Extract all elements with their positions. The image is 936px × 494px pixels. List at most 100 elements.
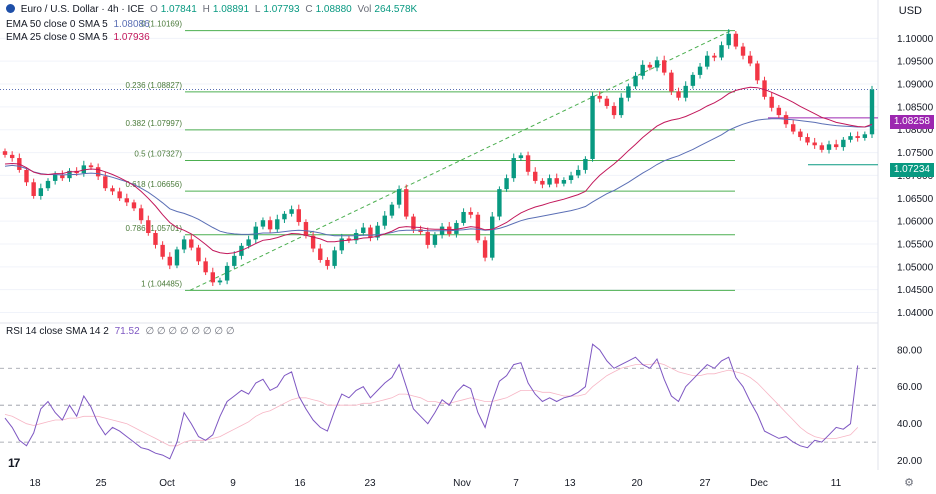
x-tick-label: 11 (831, 478, 842, 489)
candle-body (24, 169, 29, 183)
candle-body (511, 158, 516, 179)
candle-body (296, 209, 301, 223)
ema50-line (4, 118, 873, 237)
candle-body (626, 86, 631, 98)
fib-level-label: 1 (1.04485) (141, 279, 182, 288)
candle-body (733, 33, 739, 47)
y-tick-label: 1.06500 (897, 194, 934, 205)
candle-body (103, 176, 108, 189)
candle-body (368, 227, 373, 238)
candle-body (755, 63, 760, 81)
candle-body (325, 259, 330, 266)
x-tick-label: 18 (29, 478, 41, 489)
ohlc-open-key: O (149, 4, 158, 15)
candle-body (719, 45, 724, 58)
candle-body (454, 222, 459, 234)
y-tick-label: 1.08500 (897, 102, 934, 113)
candle-body (518, 155, 524, 159)
candle-body (826, 144, 832, 150)
candle-body (52, 174, 58, 181)
gear-icon[interactable]: ⚙ (904, 476, 914, 489)
candle-body (203, 261, 208, 273)
candle-body (153, 233, 158, 245)
x-tick-label: 25 (95, 478, 107, 489)
ema25-legend[interactable]: EMA 25 close 0 SMA 5 1.07936 (6, 32, 153, 43)
x-tick-label: 16 (294, 478, 306, 489)
candle-body (697, 66, 703, 75)
candle-body (568, 175, 574, 180)
candle-body (490, 216, 495, 258)
candle-body (389, 204, 395, 216)
candle-body (224, 265, 230, 281)
candle-body (769, 96, 774, 108)
candle-body (45, 180, 51, 189)
candle-body (583, 158, 588, 170)
candle-body (253, 226, 258, 240)
candle-body (38, 188, 44, 196)
rsi-legend[interactable]: RSI 14 close SMA 14 2 71.52 ∅ ∅ ∅ ∅ ∅ ∅ … (6, 326, 238, 337)
candle-body (611, 105, 617, 116)
volume-value: 264.578K (374, 4, 418, 15)
candle-body (95, 167, 101, 177)
candle-body (246, 239, 251, 246)
rsi-extras: ∅ ∅ ∅ ∅ ∅ ∅ ∅ ∅ (145, 326, 235, 337)
rsi-value: 71.52 (114, 326, 140, 337)
y-tick-label: 1.05500 (897, 239, 934, 250)
candle-body (267, 220, 273, 230)
candle-body (690, 74, 696, 86)
fib-level-label: 0.382 (1.07997) (126, 119, 183, 128)
candle-body (841, 139, 846, 148)
time-axis[interactable]: 18 25 Oct 9 16 23 Nov 7 13 20 27 Dec 11 (29, 478, 841, 489)
candle-body (110, 188, 115, 192)
candle-body (604, 98, 610, 106)
candle-body (189, 239, 194, 248)
currency-label[interactable]: USD (899, 5, 922, 17)
ema25-label: EMA 25 close 0 SMA 5 (6, 32, 108, 43)
volume-key: Vol (357, 4, 372, 15)
candle-body (482, 240, 488, 258)
candle-body (210, 272, 215, 283)
candle-body (869, 89, 875, 135)
ema50-label: EMA 50 close 0 SMA 5 (6, 19, 108, 30)
candle-body (597, 95, 602, 99)
x-tick-label: 13 (564, 478, 576, 489)
x-tick-label: Nov (453, 478, 471, 489)
fibonacci-retracement[interactable]: 0 (1.10169)0.236 (1.08827)0.382 (1.07997… (0, 20, 878, 291)
candle-body (174, 249, 180, 266)
candle-body (160, 244, 165, 257)
fib-level-label: 0.5 (1.07327) (134, 149, 182, 158)
ohlc-high: 1.08891 (212, 4, 250, 15)
y-tick-label: 1.05000 (897, 262, 934, 273)
candle-body (790, 124, 796, 132)
rsi-pane: 80.00 60.00 40.00 20.00 (0, 343, 922, 467)
candle-body (855, 136, 860, 138)
ema25-value: 1.07936 (113, 32, 150, 43)
candle-body (282, 213, 287, 220)
candle-body (533, 171, 538, 181)
candle-body (590, 95, 595, 159)
candle-body (776, 107, 782, 116)
candle-body (540, 180, 545, 185)
candle-body (9, 154, 15, 159)
candle-body (2, 151, 8, 155)
candle-body (740, 46, 746, 56)
candle-body (117, 191, 122, 199)
y-tick-label: 1.06000 (897, 217, 934, 228)
ema50-legend[interactable]: EMA 50 close 0 SMA 5 1.08086 (6, 19, 153, 30)
y-tick-label: 1.09000 (897, 80, 934, 91)
candle-body (232, 255, 237, 266)
candle-body (332, 250, 337, 266)
symbol-title[interactable]: Euro / U.S. Dollar · 4h · ICE (21, 4, 144, 15)
candle-body (396, 189, 402, 205)
candle-body (404, 189, 409, 217)
candle-body (848, 136, 853, 140)
ohlc-open: 1.07841 (160, 4, 197, 15)
ohlc-close-key: C (305, 4, 313, 15)
candle-body (712, 55, 717, 58)
ema50-value: 1.08086 (113, 19, 150, 30)
rsi-tick-label: 40.00 (897, 419, 922, 430)
candle-body (704, 55, 710, 67)
flag-icon (6, 4, 15, 13)
candle-body (318, 248, 323, 260)
candle-body (819, 145, 825, 150)
